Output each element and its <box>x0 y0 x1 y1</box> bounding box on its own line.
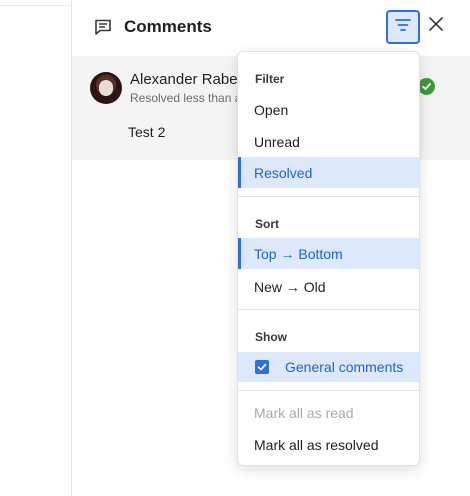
divider <box>238 309 419 310</box>
filter-dropdown-menu: Filter Open Unread Resolved Sort Top → B… <box>237 51 420 466</box>
checkbox-checked-icon[interactable] <box>255 360 269 374</box>
avatar-face <box>99 80 113 96</box>
filter-icon <box>394 16 412 39</box>
filter-button[interactable] <box>386 10 420 44</box>
close-button[interactable] <box>424 14 448 38</box>
general-comments-label: General comments <box>285 359 404 375</box>
comment-body: Test 2 <box>128 124 166 140</box>
sort-heading: Sort <box>255 217 279 231</box>
sort-item-new-old[interactable]: New → Old <box>238 271 419 302</box>
check-circle-icon[interactable] <box>418 78 435 95</box>
sort-item-top-bottom[interactable]: Top → Bottom <box>238 238 419 269</box>
comment-icon <box>94 18 112 36</box>
document-pane <box>0 0 72 496</box>
divider <box>238 390 419 391</box>
mark-all-resolved-item[interactable]: Mark all as resolved <box>238 429 419 460</box>
document-top-border <box>0 0 72 6</box>
filter-item-unread[interactable]: Unread <box>238 126 419 157</box>
show-general-comments-toggle[interactable]: General comments <box>238 352 419 382</box>
divider <box>238 196 419 197</box>
close-icon <box>428 16 444 37</box>
filter-item-open[interactable]: Open <box>238 94 419 125</box>
filter-heading: Filter <box>255 72 285 86</box>
mark-all-read-item[interactable]: Mark all as read <box>238 397 419 428</box>
show-heading: Show <box>255 330 287 344</box>
comment-status: Resolved less than a minute ago <box>130 91 238 105</box>
filter-item-resolved[interactable]: Resolved <box>238 157 419 188</box>
comment-author: Alexander Raber <box>130 71 238 88</box>
comments-header: Comments <box>72 0 470 56</box>
avatar <box>90 72 122 104</box>
panel-title: Comments <box>124 17 212 36</box>
